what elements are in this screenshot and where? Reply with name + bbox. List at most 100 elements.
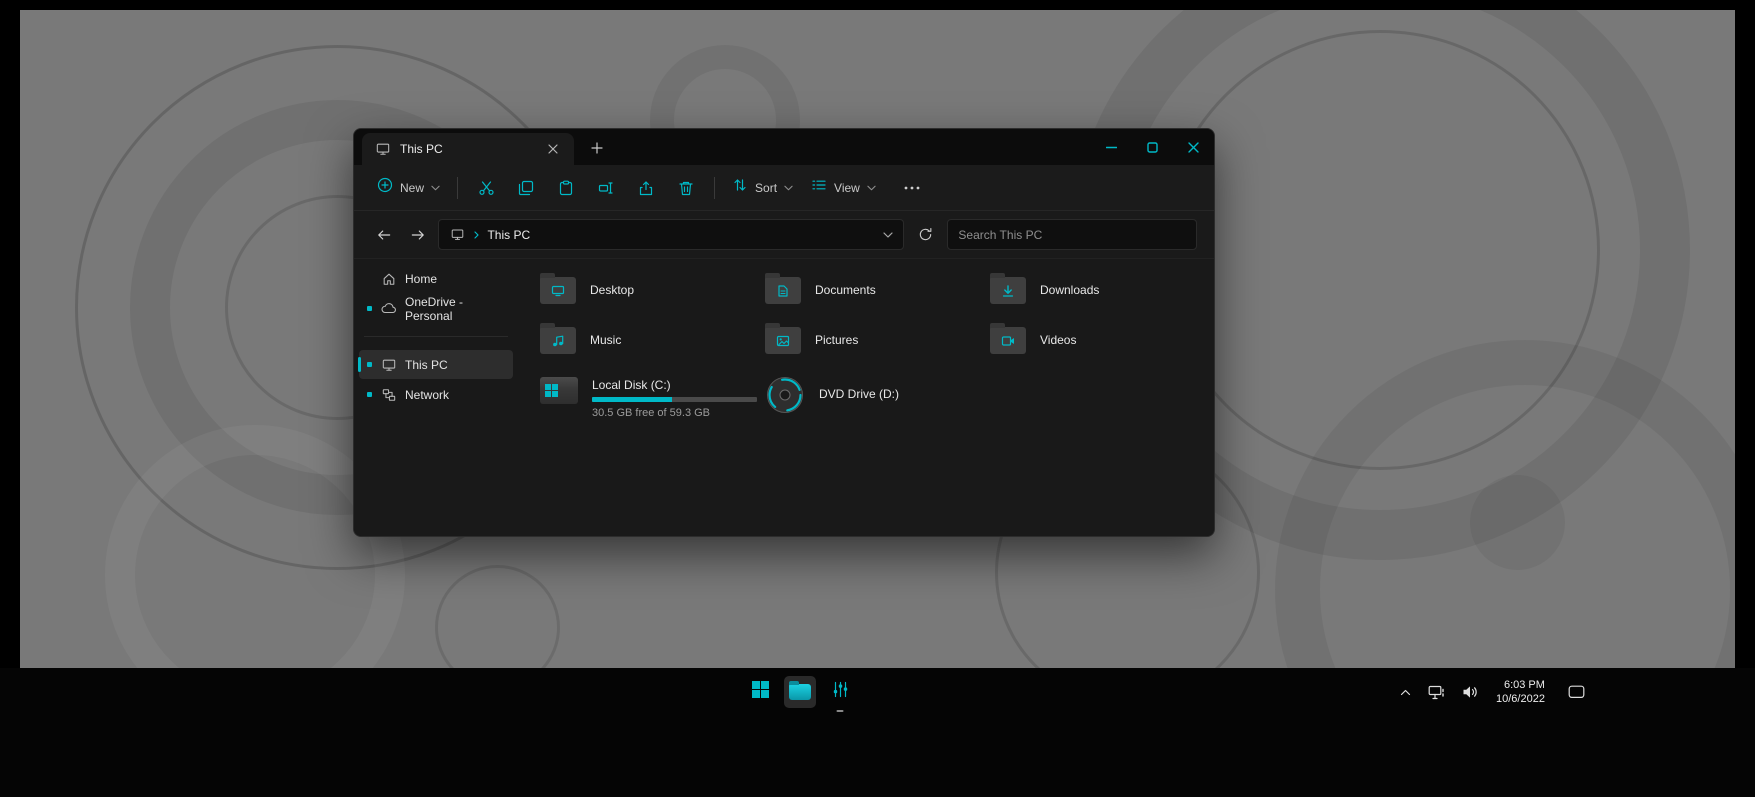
wallpaper-circle xyxy=(1470,475,1565,570)
drive-free-space: 30.5 GB free of 59.3 GB xyxy=(592,407,711,419)
delete-button[interactable] xyxy=(666,171,706,205)
pc-monitor-icon xyxy=(449,228,466,241)
explorer-body: Home OneDrive - Personal This PC Network… xyxy=(354,259,1214,536)
running-app-indicator xyxy=(836,710,844,712)
tree-expand-icon[interactable] xyxy=(367,362,372,367)
picture-glyph-icon xyxy=(776,335,790,346)
notification-center-icon[interactable] xyxy=(1564,681,1589,703)
drive-label: DVD Drive (D:) xyxy=(819,387,899,401)
volume-tray-icon[interactable] xyxy=(1458,681,1483,703)
desktop-glyph-icon xyxy=(551,285,565,296)
taskbar-center xyxy=(744,676,856,712)
wallpaper-circle xyxy=(435,565,560,668)
new-button[interactable]: New xyxy=(368,170,449,205)
paste-button[interactable] xyxy=(546,171,586,205)
document-glyph-icon xyxy=(778,284,788,297)
navigation-pane: Home OneDrive - Personal This PC Network xyxy=(354,259,518,536)
disk-usage-bar xyxy=(592,397,757,402)
new-tab-button[interactable] xyxy=(584,136,610,160)
tree-expand-icon[interactable] xyxy=(367,306,372,311)
folder-label: Documents xyxy=(815,283,876,297)
sidebar-item-label: Network xyxy=(405,387,450,402)
folder-tile-pictures[interactable]: Pictures xyxy=(765,315,990,365)
downloads-folder-icon xyxy=(990,272,1026,304)
tab-this-pc[interactable]: This PC xyxy=(362,133,574,165)
folder-tile-music[interactable]: Music xyxy=(540,315,765,365)
sidebar-item-onedrive[interactable]: OneDrive - Personal xyxy=(359,294,513,323)
address-dropdown-chevron-icon[interactable] xyxy=(883,231,893,238)
address-path: This PC xyxy=(487,227,531,242)
search-input[interactable] xyxy=(958,227,1186,242)
cut-button[interactable] xyxy=(466,171,506,205)
minimize-button[interactable] xyxy=(1091,129,1132,165)
optical-disc-icon xyxy=(765,375,805,420)
tray-chevron-up-icon[interactable] xyxy=(1396,685,1415,700)
drive-label: Local Disk (C:) xyxy=(592,378,671,392)
refresh-button[interactable] xyxy=(912,221,940,249)
start-button[interactable] xyxy=(744,676,776,708)
titlebar[interactable]: This PC xyxy=(354,129,1214,165)
folder-tile-desktop[interactable]: Desktop xyxy=(540,265,765,315)
clock-time: 6:03 PM xyxy=(1503,679,1545,691)
close-button[interactable] xyxy=(1173,129,1214,165)
share-button[interactable] xyxy=(626,171,666,205)
toolbar-separator xyxy=(714,176,716,199)
chevron-down-icon xyxy=(867,185,876,191)
new-icon xyxy=(377,177,393,198)
rename-button[interactable] xyxy=(586,171,626,205)
sidebar-item-label: Home xyxy=(405,271,438,286)
sidebar-item-label: OneDrive - Personal xyxy=(405,294,464,323)
folder-label: Pictures xyxy=(815,333,859,347)
tab-title: This PC xyxy=(400,142,443,156)
taskbar-clock[interactable]: 6:03 PM 10/6/2022 xyxy=(1496,678,1545,706)
documents-folder-icon xyxy=(765,272,801,304)
file-list: Desktop Documents Downloads Music Pictur… xyxy=(518,259,1214,536)
folder-label: Music xyxy=(590,333,622,347)
folder-tile-downloads[interactable]: Downloads xyxy=(990,265,1214,315)
system-tray: 6:03 PM 10/6/2022 xyxy=(1396,676,1589,708)
sidebar-item-network[interactable]: Network xyxy=(359,380,513,409)
video-camera-glyph-icon xyxy=(1001,335,1015,346)
sort-button[interactable]: Sort xyxy=(723,170,802,205)
sidebar-item-home[interactable]: Home xyxy=(359,264,513,293)
home-icon xyxy=(380,272,397,286)
file-explorer-window: This PC New Sort View This PC Search Thi… xyxy=(353,128,1215,537)
address-row: This PC xyxy=(354,211,1214,259)
back-button[interactable] xyxy=(371,221,397,249)
tree-expand-icon[interactable] xyxy=(367,392,372,397)
pc-monitor-icon xyxy=(380,358,397,372)
command-toolbar: New Sort View xyxy=(354,165,1214,211)
chevron-down-icon xyxy=(784,185,793,191)
drive-tile-dvd-d[interactable]: DVD Drive (D:) xyxy=(765,374,990,420)
screen: This PC New Sort View This PC Search Thi… xyxy=(0,0,1755,797)
breadcrumb-chevron-icon xyxy=(474,230,480,239)
folder-label: Downloads xyxy=(1040,283,1100,297)
drive-tiles: Local Disk (C:) 30.5 GB free of 59.3 GB … xyxy=(540,374,1214,420)
cloud-icon xyxy=(380,303,397,314)
windows-logo-icon xyxy=(545,384,558,397)
maximize-button[interactable] xyxy=(1132,129,1173,165)
taskbar: 6:03 PM 10/6/2022 xyxy=(0,668,1755,797)
taskbar-file-explorer-button[interactable] xyxy=(784,676,816,708)
taskbar-mixer-button[interactable] xyxy=(824,676,856,712)
address-bar[interactable]: This PC xyxy=(438,219,904,250)
more-options-button[interactable] xyxy=(895,171,929,205)
network-tray-icon[interactable] xyxy=(1424,681,1449,704)
forward-button[interactable] xyxy=(405,221,431,249)
sidebar-item-label: This PC xyxy=(405,357,448,372)
windows-logo-icon xyxy=(751,681,769,703)
folder-tile-videos[interactable]: Videos xyxy=(990,315,1214,365)
toolbar-separator xyxy=(457,176,459,199)
drive-tile-local-disk-c[interactable]: Local Disk (C:) 30.5 GB free of 59.3 GB xyxy=(540,374,765,420)
chevron-down-icon xyxy=(431,185,440,191)
copy-button[interactable] xyxy=(506,171,546,205)
folder-tile-documents[interactable]: Documents xyxy=(765,265,990,315)
tab-close-icon[interactable] xyxy=(542,138,564,160)
folder-tiles: Desktop Documents Downloads Music Pictur… xyxy=(540,265,1214,365)
videos-folder-icon xyxy=(990,322,1026,354)
view-button[interactable]: View xyxy=(802,170,885,205)
file-explorer-icon xyxy=(789,681,811,700)
sidebar-item-this-pc[interactable]: This PC xyxy=(358,350,513,379)
drive-info: Local Disk (C:) 30.5 GB free of 59.3 GB xyxy=(592,374,757,419)
